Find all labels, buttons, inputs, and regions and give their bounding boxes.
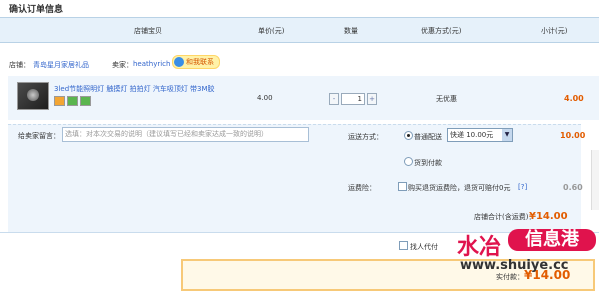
watermark-text-1: 水冶 [457,234,502,260]
product-title-link[interactable]: 3led节能照明灯 触摸灯 拍拍灯 汽车吸顶灯 带3M胶 [54,84,215,94]
shipping-select[interactable]: 快递 10.00元 ▼ [447,128,513,142]
col-quantity: 数量 [344,27,358,35]
insurance-text: 购买退货运费险，退货可赔付0元 [408,184,511,192]
col-discount: 优惠方式(元) [421,27,462,35]
radio-cash-on-delivery[interactable] [404,157,413,166]
qty-plus-button[interactable]: + [367,93,377,105]
proxy-pay-label: 找人代付 [410,243,438,251]
payment-label: 实付款： [496,273,524,281]
unit-price: 4.00 [257,94,273,102]
contact-seller-button[interactable]: 和我联系 [172,55,220,69]
page-title: 确认订单信息 [9,5,64,15]
col-item: 店铺宝贝 [134,27,162,35]
product-thumbnail[interactable] [17,82,49,110]
seller-label: 卖家： [112,61,133,69]
chat-icon [174,57,184,67]
qty-minus-button[interactable]: - [329,93,339,105]
cash-on-delivery-label: 货到付款 [414,159,442,167]
col-unit-price: 单价(元) [258,27,285,35]
shipping-select-value: 快递 10.00元 [450,131,494,139]
shipping-label: 运送方式： [348,133,383,141]
shop-total-value: ¥14.00 [529,211,568,222]
insurance-label: 运费险： [348,184,376,192]
proxy-pay-checkbox[interactable] [399,241,408,250]
shop-total-label: 店铺合计(含运费)： [474,213,536,221]
scrollbar[interactable] [591,150,599,210]
table-header: 店铺宝贝 单价(元) 数量 优惠方式(元) 小计(元) [0,17,599,43]
chevron-down-icon: ▼ [502,129,512,141]
col-subtotal: 小计(元) [541,27,568,35]
contact-seller-label: 和我联系 [186,58,214,66]
insurance-help-link[interactable]: [?] [518,183,527,191]
watermark-url: www.shuiye.cc [460,258,569,273]
seller-name-link[interactable]: heathyrich [133,60,170,68]
shop-label: 店铺： [9,61,30,69]
quantity-stepper: -1 + [329,93,377,105]
message-label: 给卖家留言： [18,132,60,140]
tag-icon-2[interactable] [67,96,78,106]
shipping-fee: 10.00 [560,131,586,140]
service-tags [54,96,93,108]
item-row [8,76,599,120]
item-subtotal: 4.00 [564,94,584,103]
tag-icon-3[interactable] [80,96,91,106]
tag-icon-1[interactable] [54,96,65,106]
standard-delivery-label: 普通配送 [414,133,442,141]
shop-name-link[interactable]: 青岛星月家居礼品 [33,60,89,70]
watermark-text-2: 信息港 [508,229,596,251]
insurance-fee: 0.60 [563,183,583,192]
discount-value: 无优惠 [436,95,457,103]
radio-standard-delivery[interactable] [404,131,413,140]
qty-input[interactable]: 1 [341,93,365,105]
insurance-checkbox[interactable] [398,182,407,191]
message-input[interactable]: 选填：对本次交易的说明（建议填写已经和卖家达成一致的说明） [62,127,309,142]
